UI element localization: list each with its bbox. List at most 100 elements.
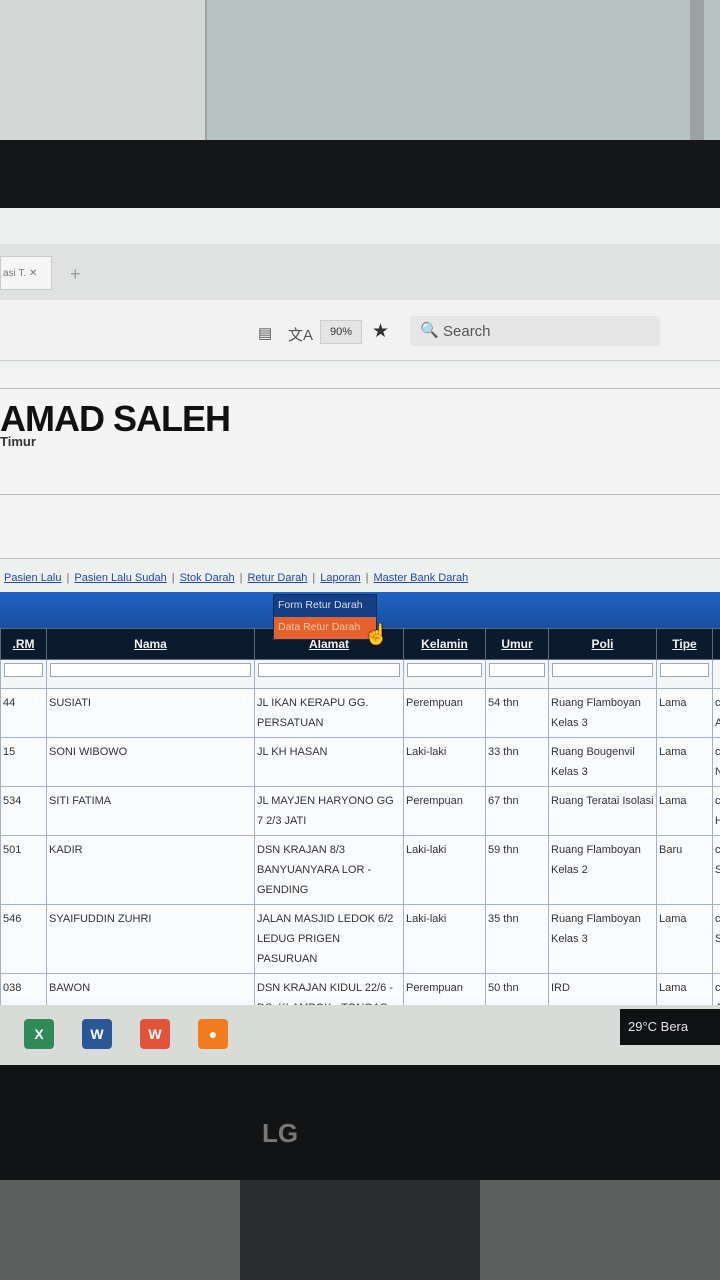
screen: asi T. ✕ + ▤ 文A 90% ★ 🔍 Search AMAD SALE… xyxy=(0,208,720,1068)
hand-cursor-icon: ☝ xyxy=(364,624,389,646)
col-header-poli[interactable]: Poli xyxy=(548,628,657,660)
cell-extra: c A xyxy=(712,688,720,738)
main-menu: Pasien Lalu | Pasien Lalu Sudah | Stok Darah… xyxy=(4,572,469,584)
cell-poli: Ruang Flamboyan Kelas 2 xyxy=(548,835,657,905)
page-subtitle: Timur xyxy=(0,434,36,449)
cell-rm: 501 xyxy=(0,835,47,905)
background-wall xyxy=(0,0,720,170)
browser-tabbar: asi T. ✕ + xyxy=(0,244,720,300)
filter-input-umur[interactable] xyxy=(489,663,545,677)
col-header-nama[interactable]: Nama xyxy=(46,628,255,660)
cell-alamat: JALAN MASJID LEDOK 6/2 LEDUG PRIGEN PASU… xyxy=(254,904,404,974)
filter-row xyxy=(0,659,720,689)
header-divider xyxy=(0,494,720,495)
menu-retur-darah[interactable]: Retur Darah xyxy=(247,572,307,584)
patient-table: .RM Nama Alamat Kelamin Umur Poli Tipe 4… xyxy=(0,628,720,1068)
cell-extra: c S xyxy=(712,904,720,974)
cell-kelamin: Laki-laki xyxy=(403,737,486,787)
cell-kelamin: Perempuan xyxy=(403,688,486,738)
cell-alamat: DSN KRAJAN 8/3 BANYUANYARA LOR - GENDING xyxy=(254,835,404,905)
cell-kelamin: Laki-laki xyxy=(403,835,486,905)
dropdown-item-form-retur[interactable]: Form Retur Darah xyxy=(274,595,376,617)
filter-input-kelamin[interactable] xyxy=(407,663,482,677)
cell-tipe: Baru xyxy=(656,835,713,905)
header-divider xyxy=(0,388,720,389)
col-header-rm[interactable]: .RM xyxy=(0,628,47,660)
cell-nama: SUSIATI xyxy=(46,688,255,738)
menu-stok-darah[interactable]: Stok Darah xyxy=(180,572,235,584)
cell-poli: Ruang Flamboyan Kelas 3 xyxy=(548,688,657,738)
taskbar: X W W ● 29°C Bera xyxy=(0,1005,720,1067)
menu-laporan[interactable]: Laporan xyxy=(320,572,360,584)
dropdown-item-data-retur[interactable]: Data Retur Darah xyxy=(274,617,376,639)
cell-umur: 54 thn xyxy=(485,688,549,738)
new-tab-button[interactable]: + xyxy=(70,264,81,285)
menu-pasien-lalu[interactable]: Pasien Lalu xyxy=(4,572,62,584)
cell-nama: SITI FATIMA xyxy=(46,786,255,836)
cell-poli: Ruang Teratai Isolasi xyxy=(548,786,657,836)
translate-icon[interactable]: 文A xyxy=(288,324,313,345)
cell-tipe: Lama xyxy=(656,786,713,836)
cell-extra: c N xyxy=(712,737,720,787)
cell-nama: KADIR xyxy=(46,835,255,905)
cell-kelamin: Laki-laki xyxy=(403,904,486,974)
cell-tipe: Lama xyxy=(656,688,713,738)
cell-alamat: JL KH HASAN xyxy=(254,737,404,787)
table-row[interactable]: 501 KADIR DSN KRAJAN 8/3 BANYUANYARA LOR -… xyxy=(0,835,720,905)
cell-umur: 67 thn xyxy=(485,786,549,836)
cell-tipe: Lama xyxy=(656,904,713,974)
monitor-stand xyxy=(240,1180,480,1280)
firefox-icon[interactable]: ● xyxy=(198,1019,228,1049)
cell-rm: 546 xyxy=(0,904,47,974)
cell-tipe: Lama xyxy=(656,737,713,787)
cell-nama: SONI WIBOWO xyxy=(46,737,255,787)
background-box xyxy=(0,0,207,145)
header-divider xyxy=(0,558,720,559)
cell-rm: 15 xyxy=(0,737,47,787)
table-row[interactable]: 44 SUSIATI JL IKAN KERAPU GG. PERSATUAN Per… xyxy=(0,688,720,738)
search-icon: 🔍 xyxy=(420,322,439,339)
cell-alamat: JL IKAN KERAPU GG. PERSATUAN xyxy=(254,688,404,738)
menu-master-bank-darah[interactable]: Master Bank Darah xyxy=(373,572,468,584)
filter-input-rm[interactable] xyxy=(4,663,43,677)
menu-pasien-lalu-sudah[interactable]: Pasien Lalu Sudah xyxy=(74,572,166,584)
cell-rm: 44 xyxy=(0,688,47,738)
cell-rm: 534 xyxy=(0,786,47,836)
search-input[interactable]: 🔍 Search xyxy=(410,316,660,346)
cell-umur: 59 thn xyxy=(485,835,549,905)
search-placeholder: Search xyxy=(443,323,491,340)
browser-tab[interactable]: asi T. ✕ xyxy=(0,256,52,290)
cell-extra: c H xyxy=(712,786,720,836)
star-icon[interactable]: ★ xyxy=(372,320,389,343)
cell-poli: Ruang Bougenvil Kelas 3 xyxy=(548,737,657,787)
table-row[interactable]: 15 SONI WIBOWO JL KH HASAN Laki-laki 33 thn R… xyxy=(0,737,720,787)
table-row[interactable]: 546 SYAIFUDDIN ZUHRI JALAN MASJID LEDOK 6/… xyxy=(0,904,720,974)
col-header-extra xyxy=(712,628,720,660)
monitor-logo: LG xyxy=(262,1118,299,1148)
cell-alamat: JL MAYJEN HARYONO GG 7 2/3 JATI xyxy=(254,786,404,836)
filter-input-alamat[interactable] xyxy=(258,663,400,677)
word-icon[interactable]: W xyxy=(82,1019,112,1049)
monitor-bezel-bottom: LG xyxy=(0,1065,720,1180)
retur-darah-dropdown: Form Retur Darah Data Retur Darah xyxy=(273,594,377,640)
cell-nama: SYAIFUDDIN ZUHRI xyxy=(46,904,255,974)
cell-umur: 35 thn xyxy=(485,904,549,974)
cell-kelamin: Perempuan xyxy=(403,786,486,836)
filter-input-nama[interactable] xyxy=(50,663,251,677)
table-row[interactable]: 534 SITI FATIMA JL MAYJEN HARYONO GG 7 2/3… xyxy=(0,786,720,836)
weather-widget[interactable]: 29°C Bera xyxy=(620,1009,720,1045)
filter-input-poli[interactable] xyxy=(552,663,653,677)
cell-extra: c S xyxy=(712,835,720,905)
col-header-kelamin[interactable]: Kelamin xyxy=(403,628,486,660)
wps-icon[interactable]: W xyxy=(140,1019,170,1049)
cell-umur: 33 thn xyxy=(485,737,549,787)
zoom-level[interactable]: 90% xyxy=(320,320,362,344)
browser-navbar: ▤ 文A 90% ★ 🔍 Search xyxy=(0,300,720,361)
excel-icon[interactable]: X xyxy=(24,1019,54,1049)
page-header: AMAD SALEH Timur xyxy=(0,368,720,559)
filter-input-tipe[interactable] xyxy=(660,663,709,677)
col-header-tipe[interactable]: Tipe xyxy=(656,628,713,660)
cell-poli: Ruang Flamboyan Kelas 3 xyxy=(548,904,657,974)
reader-view-icon[interactable]: ▤ xyxy=(258,324,272,342)
col-header-umur[interactable]: Umur xyxy=(485,628,549,660)
